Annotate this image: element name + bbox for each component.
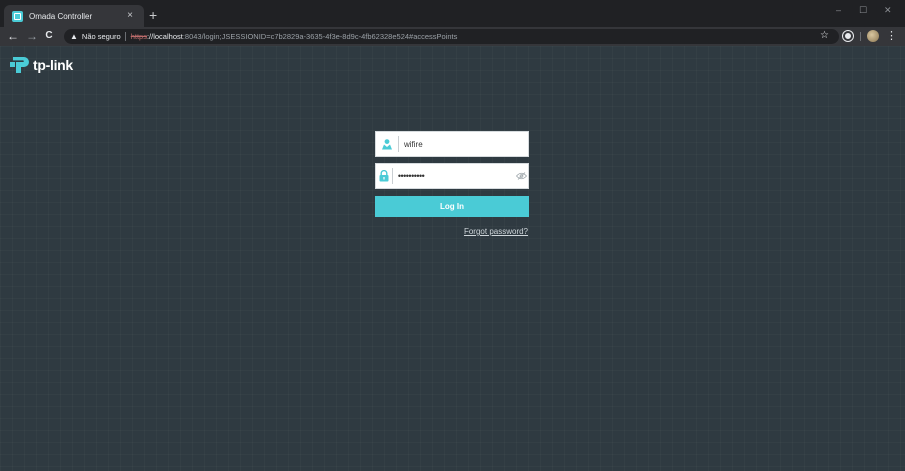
login-page: tp-link Log In xyxy=(0,46,905,471)
user-icon xyxy=(376,132,398,156)
omada-favicon-icon xyxy=(12,10,23,22)
tab-title: Omada Controller xyxy=(29,11,93,21)
field-divider xyxy=(392,168,393,184)
close-window-button[interactable]: ✕ xyxy=(884,5,892,15)
url-scheme: https xyxy=(130,32,147,41)
eye-off-icon[interactable] xyxy=(515,164,528,188)
tab-strip: Omada Controller × + – ☐ ✕ xyxy=(0,0,905,27)
toolbar-separator xyxy=(860,32,861,41)
warning-icon[interactable]: ▲ xyxy=(70,32,78,41)
lock-icon xyxy=(376,164,392,188)
security-status[interactable]: Não seguro xyxy=(82,32,121,41)
browser-tab[interactable]: Omada Controller × xyxy=(4,5,144,27)
username-field[interactable] xyxy=(375,131,529,157)
field-divider xyxy=(398,136,399,152)
login-button[interactable]: Log In xyxy=(375,196,529,217)
browser-menu-icon[interactable]: ⋮ xyxy=(886,29,897,43)
address-bar[interactable]: ▲ Não seguro https ://localhost :8043/lo… xyxy=(64,29,839,44)
logo-text: tp-link xyxy=(33,57,73,73)
extension-icon[interactable] xyxy=(843,31,853,41)
password-input[interactable] xyxy=(397,166,515,186)
forward-button[interactable]: → xyxy=(25,29,39,43)
browser-toolbar: ← → C ▲ Não seguro https ://localhost :8… xyxy=(0,27,905,46)
tp-link-logo: tp-link xyxy=(10,56,73,74)
address-separator xyxy=(124,32,126,41)
password-field[interactable] xyxy=(375,163,529,189)
tab-close-icon[interactable]: × xyxy=(124,11,136,21)
back-button[interactable]: ← xyxy=(6,29,20,43)
username-input[interactable] xyxy=(404,134,528,154)
forgot-password-link[interactable]: Forgot password? xyxy=(462,227,528,236)
maximize-button[interactable]: ☐ xyxy=(859,5,867,15)
bookmark-star-icon[interactable]: ☆ xyxy=(820,30,829,42)
minimize-button[interactable]: – xyxy=(836,5,841,15)
url-host: ://localhost xyxy=(146,32,183,41)
reload-button[interactable]: C xyxy=(42,29,56,43)
profile-avatar[interactable] xyxy=(867,30,879,42)
new-tab-button[interactable]: + xyxy=(149,8,157,22)
url-path: :8043/login;JSESSIONID=c7b2829a-3635-4f3… xyxy=(182,32,458,41)
tp-link-logo-icon xyxy=(10,57,29,73)
